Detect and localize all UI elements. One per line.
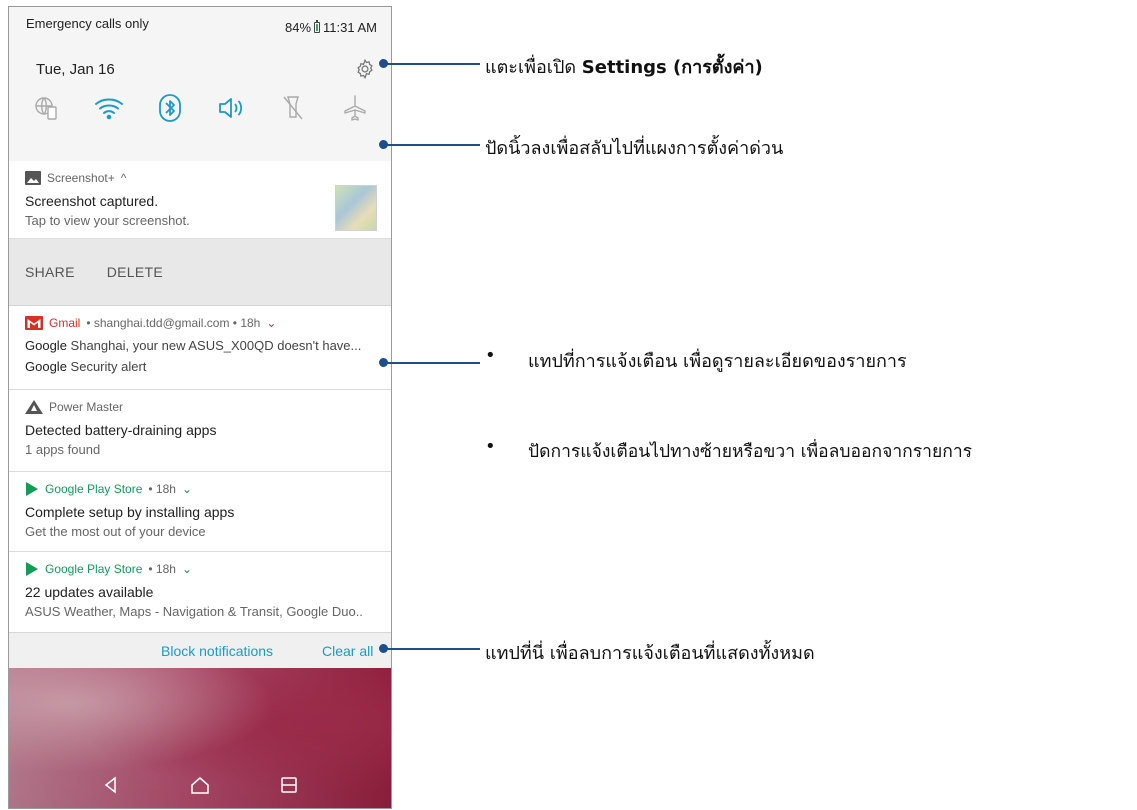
notification-play-store[interactable]: Google Play Store • 18h ⌄ Complete setup… [9, 472, 391, 552]
mobile-data-icon[interactable] [31, 92, 63, 124]
notification-app-name: Power Master [49, 400, 124, 414]
annotation-tap-notification: แทปที่การแจ้งเตือน เพื่อดูรายละเอียดของร… [528, 351, 907, 372]
notification-power-master[interactable]: Power Master Detected battery-draining a… [9, 390, 391, 472]
notification-header: Gmail • shanghai.tdd@gmail.com • 18h ⌄ [25, 314, 375, 332]
flashlight-icon[interactable] [277, 92, 309, 124]
chevron-down-icon[interactable]: ⌄ [182, 482, 192, 496]
notification-text: ASUS Weather, Maps - Navigation & Transi… [25, 604, 363, 619]
power-master-icon [25, 400, 43, 414]
annotation-leader-line [384, 362, 480, 364]
notification-text: Get the most out of your device [25, 524, 206, 539]
status-bar: Emergency calls only 84% 11:31 AM [9, 7, 391, 43]
chevron-up-icon[interactable]: ^ [121, 171, 127, 185]
play-store-icon [26, 482, 38, 496]
quick-settings-row [31, 91, 371, 125]
sound-icon[interactable] [216, 92, 248, 124]
battery-percent: 84% [285, 20, 312, 35]
back-icon[interactable] [102, 775, 120, 799]
notification-snippet: Security alert [70, 359, 147, 374]
clock: 11:31 AM [323, 20, 377, 35]
block-notifications-button[interactable]: Block notifications [161, 643, 273, 659]
notification-title: 22 updates available [25, 584, 154, 600]
wifi-icon[interactable] [93, 92, 125, 124]
notification-list: Screenshot+ ^ Screenshot captured. Tap t… [9, 161, 391, 632]
phone-notification-panel: Emergency calls only 84% 11:31 AM Tue, J… [8, 6, 392, 809]
notification-title: Complete setup by installing apps [25, 504, 235, 520]
notification-meta: • 18h [148, 562, 176, 576]
notification-sender: Google [25, 359, 67, 374]
notification-line: Google Security alert [25, 359, 375, 374]
image-icon [25, 171, 41, 185]
notification-app-name: Google Play Store [45, 482, 143, 496]
status-right: 84% 11:31 AM [285, 20, 377, 35]
notification-title: Detected battery-draining apps [25, 422, 217, 438]
quick-settings-header[interactable]: Tue, Jan 16 [9, 43, 391, 161]
annotation-swipe-notification: ปัดการแจ้งเตือนไปทางซ้ายหรือขวา เพื่อลบอ… [528, 442, 973, 462]
notification-meta: • 18h [148, 482, 176, 496]
annotation-leader-line [384, 144, 480, 146]
gear-icon[interactable] [354, 58, 376, 80]
navigation-bar [9, 765, 391, 808]
annotation-leader-line [384, 63, 480, 65]
notification-actions: SHARE DELETE [9, 239, 391, 306]
notification-play-store-updates[interactable]: Google Play Store • 18h ⌄ 22 updates ava… [9, 552, 391, 632]
bullet: • [485, 345, 496, 366]
annotation-settings: แตะเพื่อเปิด Settings (การตั้งค่า) [485, 52, 763, 81]
bluetooth-icon[interactable] [154, 92, 186, 124]
play-store-icon [26, 562, 38, 576]
battery-icon [314, 20, 321, 33]
notification-app-name: Screenshot+ [47, 171, 115, 185]
notification-header: Power Master [25, 398, 375, 416]
notification-app-name: Gmail [49, 316, 81, 330]
notification-snippet: Shanghai, your new ASUS_X00QD doesn't ha… [70, 338, 362, 353]
notification-app-name: Google Play Store [45, 562, 143, 576]
notification-sender: Google [25, 338, 67, 353]
bullet: • [485, 436, 496, 457]
notification-line: Google Shanghai, your new ASUS_X00QD doe… [25, 338, 375, 353]
annotation-text-bold: Settings (การตั้งค่า) [581, 57, 763, 78]
clear-all-button[interactable]: Clear all [322, 643, 373, 659]
notification-text: 1 apps found [25, 442, 101, 457]
home-icon[interactable] [190, 776, 210, 799]
notification-meta: • shanghai.tdd@gmail.com • 18h [86, 316, 261, 330]
date-label: Tue, Jan 16 [36, 61, 115, 78]
notification-title: Screenshot captured. [25, 193, 159, 209]
notification-gmail[interactable]: Gmail • shanghai.tdd@gmail.com • 18h ⌄ G… [9, 306, 391, 390]
notification-header: Google Play Store • 18h ⌄ [25, 560, 375, 578]
carrier-status: Emergency calls only [26, 16, 149, 31]
annotation-swipe-down: ปัดนิ้วลงเพื่อสลับไปที่แผงการตั้งค่าด่วน [485, 138, 784, 159]
annotation-clear-all: แทปที่นี่ เพื่อลบการแจ้งเตือนที่แสดงทั้ง… [485, 643, 815, 664]
notification-header: Screenshot+ ^ [25, 169, 375, 187]
notification-text: Tap to view your screenshot. [25, 213, 190, 228]
annotation-text: แตะเพื่อเปิด [485, 57, 577, 78]
chevron-down-icon[interactable]: ⌄ [266, 316, 276, 330]
delete-button[interactable]: DELETE [107, 264, 163, 280]
airplane-mode-icon[interactable] [339, 92, 371, 124]
recent-apps-icon[interactable] [280, 776, 298, 799]
notification-footer: Block notifications Clear all [9, 632, 391, 668]
notification-header: Google Play Store • 18h ⌄ [25, 480, 375, 498]
share-button[interactable]: SHARE [25, 264, 75, 280]
notification-screenshot[interactable]: Screenshot+ ^ Screenshot captured. Tap t… [9, 161, 391, 239]
chevron-down-icon[interactable]: ⌄ [182, 562, 192, 576]
annotation-leader-line [384, 648, 480, 650]
gmail-icon [25, 316, 43, 330]
screenshot-thumbnail[interactable] [335, 185, 377, 231]
